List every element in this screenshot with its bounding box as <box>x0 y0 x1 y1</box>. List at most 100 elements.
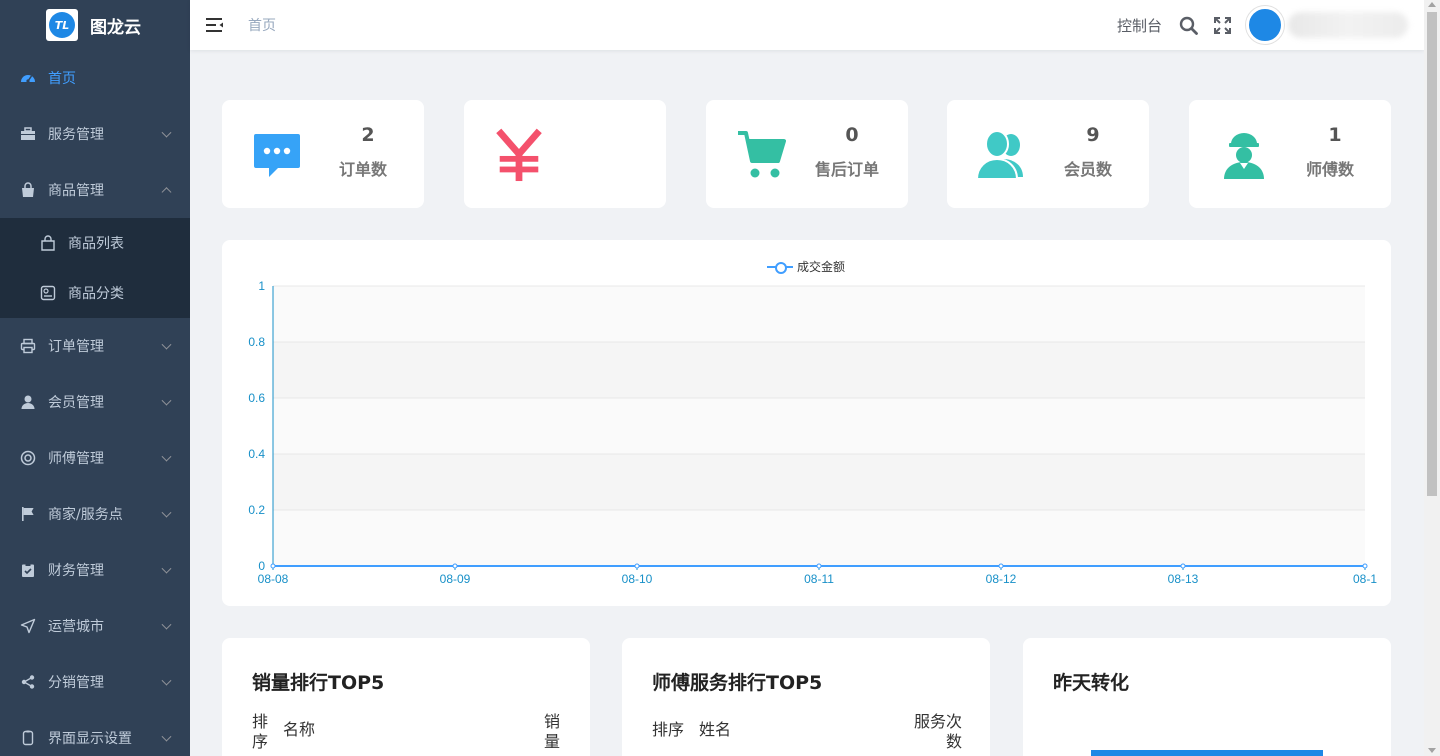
user-icon <box>20 394 36 410</box>
y-tick-label: 0.4 <box>248 447 265 461</box>
revenue-line-chart[interactable]: 0 0.2 0.4 0.6 0.8 1 08-08 08-09 08-10 08-11 08-12 0… <box>222 240 1391 606</box>
col-rank-header: 排序 <box>652 720 685 739</box>
y-tick-label: 0.6 <box>248 391 265 405</box>
cart-icon <box>734 128 788 182</box>
chevron-down-icon <box>161 675 172 686</box>
sidebar-item-label: 订单管理 <box>48 339 104 355</box>
sidebar-item-label: 商品分类 <box>68 286 124 302</box>
scroll-down-arrow-icon[interactable] <box>1428 748 1436 753</box>
category-icon <box>40 285 56 301</box>
search-icon[interactable] <box>1178 15 1198 35</box>
grid-band <box>273 510 1365 566</box>
hamburger-button[interactable] <box>190 0 240 50</box>
sidebar-item-display-settings[interactable]: 界面显示设置 <box>0 710 190 756</box>
sidebar-item-service[interactable]: 服务管理 <box>0 106 190 162</box>
breadcrumb[interactable]: 首页 <box>248 15 276 35</box>
data-point <box>998 563 1004 569</box>
users-icon <box>975 128 1029 182</box>
data-point <box>816 563 822 569</box>
bag-icon <box>20 182 36 198</box>
avatar[interactable] <box>1246 6 1284 44</box>
y-tick-label: 0.8 <box>248 335 265 349</box>
top-navbar: 首页 控制台 <box>190 0 1424 50</box>
logo[interactable]: TL 图龙云 <box>0 0 190 50</box>
chevron-down-icon <box>161 731 172 742</box>
chevron-down-icon <box>161 127 172 138</box>
goods-submenu: 商品列表 商品分类 <box>0 218 190 318</box>
sidebar-item-distribution[interactable]: 分销管理 <box>0 654 190 710</box>
page-scrollbar[interactable] <box>1424 0 1440 756</box>
sidebar-item-label: 商家/服务点 <box>48 507 123 523</box>
chevron-down-icon <box>161 619 172 630</box>
sidebar-item-home[interactable]: 首页 <box>0 50 190 106</box>
stat-value: 0 <box>845 124 859 146</box>
sales-rank-title: 销量排行TOP5 <box>252 672 385 694</box>
stat-card-aftersale[interactable]: 0 售后订单 <box>706 100 908 208</box>
sidebar-item-merchants[interactable]: 商家/服务点 <box>0 486 190 542</box>
briefcase-icon <box>20 126 36 142</box>
revenue-chart-card: 成交金额 0 0.2 0.4 0.6 0.8 1 08-08 08-09 08-10 08-11 0… <box>222 240 1391 606</box>
sidebar-item-label: 分销管理 <box>48 675 104 691</box>
sales-rank-card: 销量排行TOP5 排序 名称 销量 <box>222 638 590 756</box>
stat-label: 会员数 <box>1063 160 1112 179</box>
share-icon <box>20 674 36 690</box>
username-redacted[interactable] <box>1288 12 1408 38</box>
phone-icon <box>20 730 36 746</box>
flag-icon <box>20 506 36 522</box>
col-sales-header: 销量 <box>544 712 561 751</box>
chevron-down-icon <box>161 507 172 518</box>
chevron-down-icon <box>161 563 172 574</box>
sidebar-item-goods-category[interactable]: 商品分类 <box>0 268 190 318</box>
sidebar-item-goods-list[interactable]: 商品列表 <box>0 218 190 268</box>
x-tick-label: 08-10 <box>622 572 653 586</box>
scrollbar-thumb[interactable] <box>1427 12 1437 496</box>
sidebar-item-finance[interactable]: 财务管理 <box>0 542 190 598</box>
stat-label: 订单数 <box>338 160 387 179</box>
master-rank-title: 师傅服务排行TOP5 <box>652 672 823 694</box>
sidebar-item-label: 财务管理 <box>48 563 104 579</box>
data-point <box>452 563 458 569</box>
stat-card-members[interactable]: 9 会员数 <box>947 100 1149 208</box>
col-name-header: 姓名 <box>699 720 732 739</box>
data-point <box>1180 563 1186 569</box>
console-link[interactable]: 控制台 <box>1117 15 1162 36</box>
sidebar-item-label: 运营城市 <box>48 619 104 635</box>
sidebar-item-orders[interactable]: 订单管理 <box>0 318 190 374</box>
x-tick-label: 08-09 <box>440 572 471 586</box>
sidebar-item-label: 会员管理 <box>48 395 104 411</box>
stat-label: 师傅数 <box>1305 160 1354 179</box>
grid-band <box>273 342 1365 398</box>
grid-band <box>273 398 1365 454</box>
col-rank-header: 排序 <box>252 712 269 751</box>
sidebar-item-members[interactable]: 会员管理 <box>0 374 190 430</box>
lifebuoy-icon <box>20 450 36 466</box>
sidebar-item-cities[interactable]: 运营城市 <box>0 598 190 654</box>
sidebar-item-label: 首页 <box>48 71 76 87</box>
stat-card-orders[interactable]: 2 订单数 <box>222 100 424 208</box>
grid-band <box>273 286 1365 342</box>
fullscreen-icon[interactable] <box>1212 15 1232 35</box>
chevron-down-icon <box>161 451 172 462</box>
x-tick-label: 08-11 <box>804 572 834 586</box>
menu-fold-icon <box>206 18 223 32</box>
data-point <box>270 563 276 569</box>
sidebar-item-masters[interactable]: 师傅管理 <box>0 430 190 486</box>
app-name: 图龙云 <box>90 17 141 38</box>
chevron-down-icon <box>161 339 172 350</box>
stat-card-revenue[interactable] <box>464 100 666 208</box>
worker-icon <box>1217 128 1271 182</box>
x-tick-label: 08-12 <box>986 572 1017 586</box>
sidebar-item-label: 界面显示设置 <box>48 731 132 747</box>
stat-value: 9 <box>1086 124 1100 146</box>
chevron-down-icon <box>161 395 172 406</box>
scroll-up-arrow-icon[interactable] <box>1428 2 1436 7</box>
y-tick-label: 0 <box>258 559 265 573</box>
sidebar: TL 图龙云 首页 服务管理 商品管理 商品列表 商品分类 订单管理 会员管理 … <box>0 0 190 756</box>
data-point <box>1362 563 1368 569</box>
y-tick-label: 1 <box>258 279 265 293</box>
header-right: 控制台 <box>1117 0 1424 50</box>
col-name-header: 名称 <box>283 720 316 739</box>
stat-card-masters[interactable]: 1 师傅数 <box>1189 100 1391 208</box>
yen-icon <box>492 128 546 182</box>
sidebar-item-goods[interactable]: 商品管理 <box>0 162 190 218</box>
